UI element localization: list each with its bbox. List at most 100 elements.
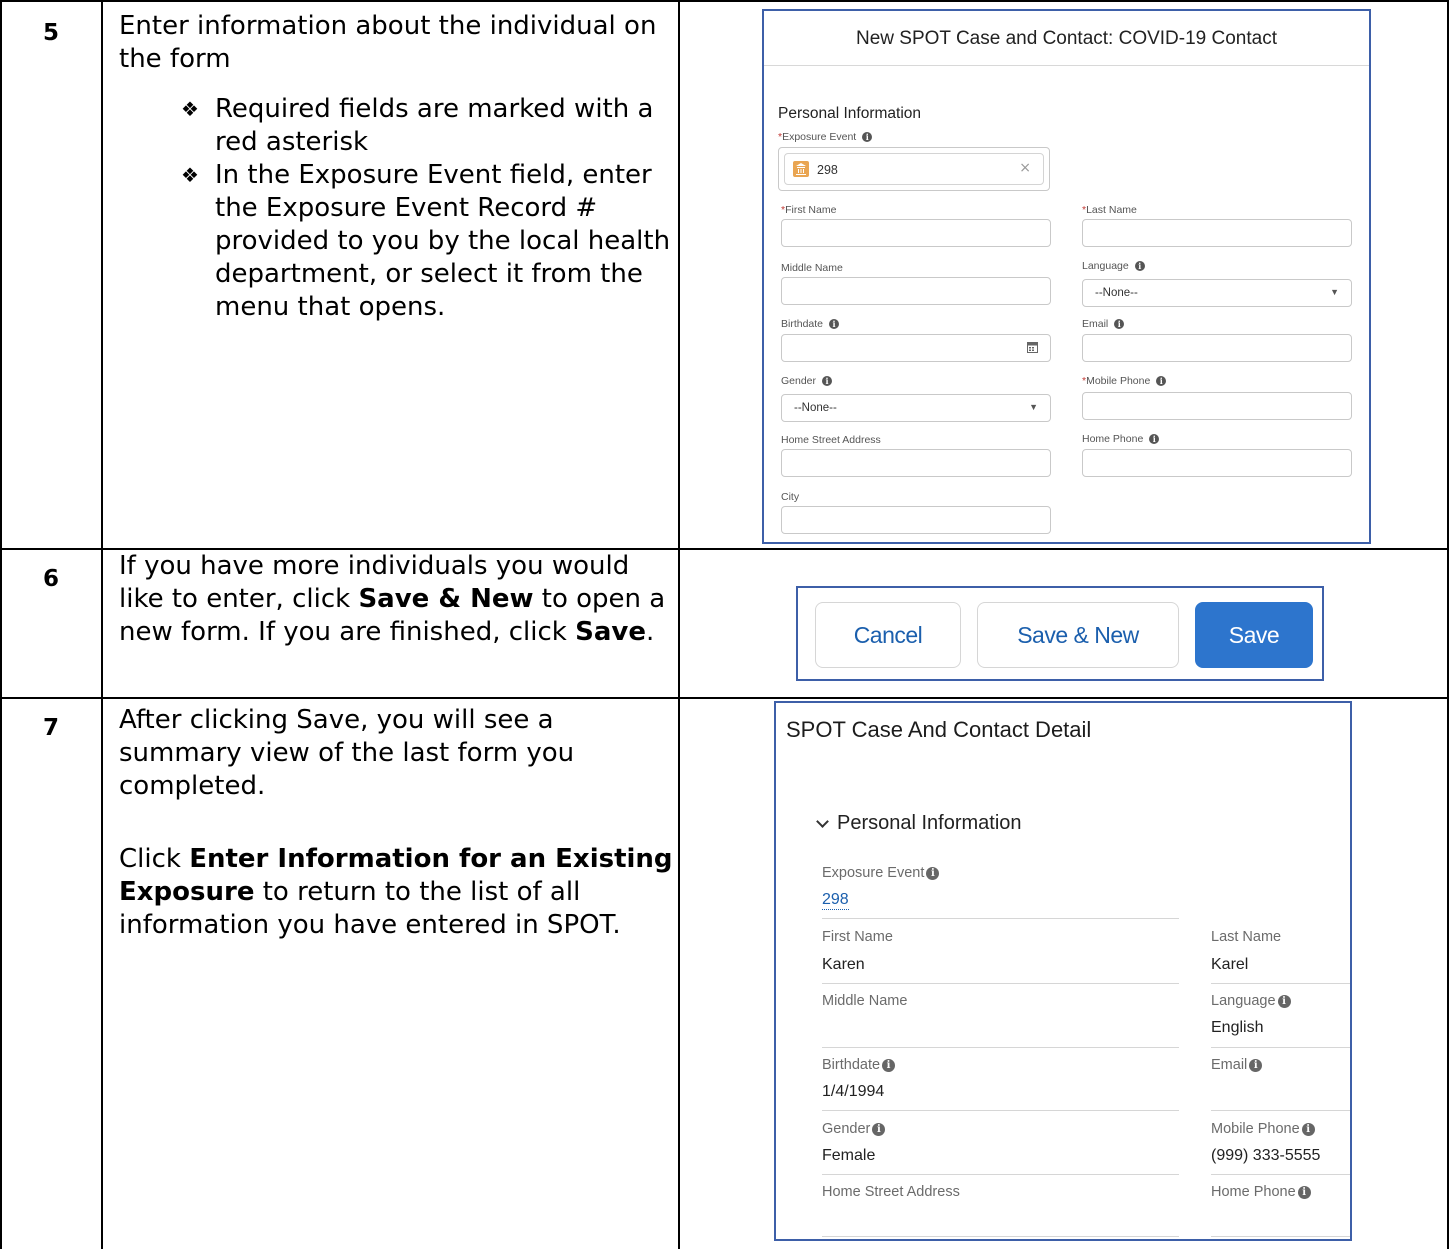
section-title-personal-information: Personal Information — [778, 105, 922, 122]
exposure-event-link[interactable]: 298 — [822, 891, 849, 910]
form-buttons-screenshot: Cancel Save & New Save — [796, 586, 1324, 681]
step-7-paragraph-2: Click Enter Information for an Existing … — [119, 844, 673, 940]
step-7-instructions: After clicking Save, you will see a summ… — [119, 704, 679, 942]
info-icon[interactable]: i — [1297, 1185, 1311, 1199]
field-divider — [822, 918, 1179, 919]
table-border-left — [0, 0, 2, 1249]
row-divider-6-7 — [0, 697, 1449, 699]
language-select[interactable]: --None-- ▼ — [1082, 279, 1352, 307]
bullet-exposure-event: In the Exposure Event field, enter the E… — [181, 159, 679, 324]
first-name-input[interactable] — [781, 219, 1051, 247]
mobile-phone-input[interactable] — [1082, 392, 1352, 420]
city-input[interactable] — [781, 506, 1051, 534]
gender-label: Gender i — [822, 1121, 886, 1137]
save-and-new-button[interactable]: Save & New — [977, 602, 1179, 668]
home-street-address-input[interactable] — [781, 449, 1051, 477]
field-divider — [822, 1110, 1179, 1111]
mobile-phone-label: Mobile Phone i — [1211, 1121, 1315, 1137]
table-border-right — [1447, 0, 1449, 1249]
cancel-button[interactable]: Cancel — [815, 602, 961, 668]
info-icon[interactable]: i — [1301, 1122, 1315, 1136]
table-border-top — [0, 0, 1449, 2]
info-icon[interactable]: i — [1114, 319, 1125, 329]
field-divider — [822, 1174, 1179, 1175]
info-icon[interactable]: i — [1149, 434, 1160, 444]
info-icon[interactable]: i — [1134, 261, 1145, 271]
info-icon[interactable]: i — [1277, 994, 1291, 1008]
step-5-text: Enter information about the individual o… — [119, 11, 657, 74]
info-icon[interactable]: i — [926, 866, 940, 880]
gender-select-value: --None-- — [794, 402, 837, 414]
info-icon[interactable]: i — [882, 1058, 896, 1072]
first-name-label: First Name — [822, 929, 893, 945]
birthdate-value: 1/4/1994 — [822, 1083, 885, 1100]
mobile-phone-value: (999) 333-5555 — [1211, 1147, 1321, 1164]
step-5-bullets: Required fields are marked with a red as… — [119, 93, 679, 324]
chevron-down-icon: ▼ — [1029, 402, 1038, 412]
field-divider — [822, 1047, 1179, 1048]
birthdate-label: Birthdate i — [781, 318, 840, 330]
info-icon[interactable]: i — [1249, 1058, 1263, 1072]
close-icon[interactable]: × — [1019, 160, 1031, 176]
email-label: Email i — [1082, 318, 1125, 330]
email-input[interactable] — [1082, 334, 1352, 362]
table-divider-number — [101, 0, 103, 1249]
info-icon[interactable]: i — [872, 1122, 886, 1136]
contact-detail-screenshot: SPOT Case And Contact Detail Personal In… — [774, 701, 1352, 1241]
middle-name-label: Middle Name — [822, 993, 908, 1009]
step-number-5: 5 — [42, 20, 59, 46]
last-name-label: *Last Name — [1082, 204, 1137, 216]
field-divider — [1211, 1047, 1350, 1048]
calendar-icon[interactable] — [1027, 341, 1038, 353]
info-icon[interactable]: i — [822, 376, 833, 386]
field-divider — [1211, 1110, 1350, 1111]
step-number-6: 6 — [42, 566, 59, 592]
exposure-event-field[interactable]: 298 × — [778, 147, 1050, 191]
step-7-paragraph-1: After clicking Save, you will see a summ… — [119, 705, 575, 801]
language-label: Language i — [1211, 993, 1291, 1009]
field-divider — [822, 983, 1179, 984]
info-icon[interactable]: i — [862, 132, 873, 142]
gender-value: Female — [822, 1147, 876, 1164]
language-value: English — [1211, 1019, 1264, 1036]
field-divider — [1211, 1236, 1350, 1237]
info-icon[interactable]: i — [1156, 376, 1167, 386]
new-contact-form-screenshot: New SPOT Case and Contact: COVID-19 Cont… — [762, 9, 1371, 544]
mobile-phone-label: *Mobile Phone i — [1082, 375, 1167, 387]
exposure-event-pill[interactable]: 298 × — [784, 153, 1044, 185]
info-icon[interactable]: i — [829, 319, 840, 329]
home-street-address-label: Home Street Address — [822, 1184, 960, 1200]
save-and-new-emphasis: Save & New — [358, 584, 534, 614]
step-6-instructions: If you have more individuals you would l… — [119, 550, 679, 649]
save-button[interactable]: Save — [1195, 602, 1313, 668]
middle-name-input[interactable] — [781, 277, 1051, 305]
field-divider — [822, 1236, 1179, 1237]
home-phone-input[interactable] — [1082, 449, 1352, 477]
step-number-7: 7 — [42, 715, 59, 741]
exposure-event-label: Exposure Event i — [822, 865, 940, 881]
chevron-down-icon — [816, 814, 829, 828]
last-name-label: Last Name — [1211, 929, 1282, 945]
field-divider — [1211, 983, 1350, 984]
first-name-value: Karen — [822, 956, 865, 973]
detail-title: SPOT Case And Contact Detail — [786, 717, 1092, 742]
save-emphasis: Save — [575, 617, 646, 647]
section-personal-information[interactable]: Personal Information — [816, 812, 1022, 835]
field-divider — [1211, 1174, 1350, 1175]
language-label: Language i — [1082, 260, 1145, 272]
last-name-value: Karel — [1211, 956, 1249, 973]
chevron-down-icon: ▼ — [1330, 287, 1339, 297]
form-title: New SPOT Case and Contact: COVID-19 Cont… — [856, 28, 1277, 49]
first-name-label: *First Name — [781, 204, 837, 216]
city-label: City — [781, 491, 800, 503]
email-label: Email i — [1211, 1057, 1263, 1073]
exposure-event-value: 298 — [817, 163, 838, 177]
bullet-required-fields: Required fields are marked with a red as… — [181, 93, 679, 159]
gender-select[interactable]: --None-- ▼ — [781, 394, 1051, 422]
last-name-input[interactable] — [1082, 219, 1352, 247]
building-icon — [793, 161, 809, 177]
birthdate-input[interactable] — [781, 334, 1051, 362]
gender-label: Gender i — [781, 375, 833, 387]
form-header-divider — [764, 65, 1369, 66]
home-phone-label: Home Phone i — [1082, 433, 1160, 445]
